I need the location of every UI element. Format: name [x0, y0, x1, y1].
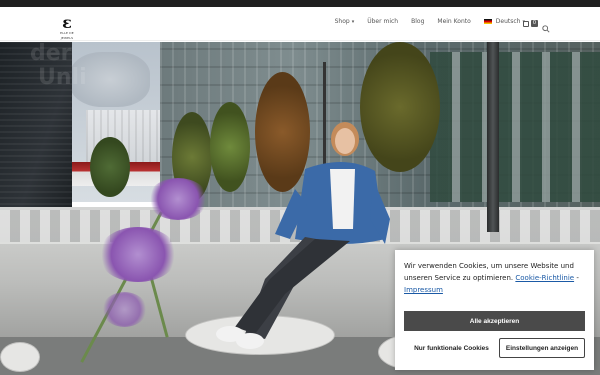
search-icon — [542, 25, 550, 33]
functional-only-button[interactable]: Nur funktionale Cookies — [404, 338, 499, 358]
site-logo[interactable]: ε ELLE DE JEWELS — [55, 15, 79, 45]
show-settings-button[interactable]: Einstellungen anzeigen — [499, 338, 585, 358]
logo-glyph: ε — [62, 13, 72, 32]
german-flag-icon — [483, 19, 492, 24]
main-nav: Shop ▾ Über mich Blog Mein Konto Deutsch ▾ — [322, 18, 525, 25]
cookie-banner: Wir verwenden Cookies, um unsere Website… — [395, 250, 594, 370]
nav-item-mein-konto[interactable]: Mein Konto — [437, 18, 470, 25]
nav-item-ueber-mich[interactable]: Über mich — [367, 18, 398, 25]
tree — [90, 137, 130, 197]
verbena-flower — [148, 178, 208, 220]
nav-item-language[interactable]: Deutsch ▾ — [483, 18, 525, 25]
round-paver — [0, 342, 40, 372]
building-lettering-line1: der — [30, 42, 72, 66]
building-lettering-line2: Unli — [38, 65, 87, 90]
nav-item-blog[interactable]: Blog — [411, 18, 424, 25]
cart-count-badge: 0 — [530, 20, 538, 27]
search-button[interactable] — [542, 18, 552, 33]
nav-item-mein-konto-label: Mein Konto — [437, 18, 471, 25]
nav-item-shop[interactable]: Shop ▾ — [335, 18, 355, 25]
nav-item-shop-label: Shop — [334, 18, 350, 25]
nav-item-blog-label: Blog — [411, 18, 425, 25]
logo-tagline: ELLE DE JEWELS — [60, 31, 74, 40]
nav-item-ueber-mich-label: Über mich — [367, 18, 399, 25]
dark-building: der Unli — [0, 42, 87, 217]
site-header: ε ELLE DE JEWELS Shop ▾ Über mich Blog Me… — [0, 7, 600, 41]
verbena-flower — [98, 227, 178, 282]
accept-all-button[interactable]: Alle akzeptieren — [404, 311, 585, 331]
verbena-flower — [102, 292, 147, 327]
cookie-message: Wir verwenden Cookies, um unsere Website… — [404, 260, 585, 296]
imprint-link[interactable]: Impressum — [404, 286, 443, 294]
building-lettering: der Unli — [0, 42, 87, 90]
nav-item-language-label: Deutsch — [495, 18, 521, 25]
cookie-policy-link[interactable]: Cookie-Richtlinie — [515, 274, 574, 282]
street-pole — [487, 42, 499, 232]
cookie-separator: - — [576, 274, 579, 282]
seated-woman — [216, 122, 390, 349]
top-strip — [0, 0, 600, 7]
building-windows — [430, 52, 600, 202]
cart-button[interactable]: 0 — [522, 20, 538, 27]
chevron-down-icon: ▾ — [351, 18, 355, 25]
shopping-bag-icon — [522, 20, 529, 27]
